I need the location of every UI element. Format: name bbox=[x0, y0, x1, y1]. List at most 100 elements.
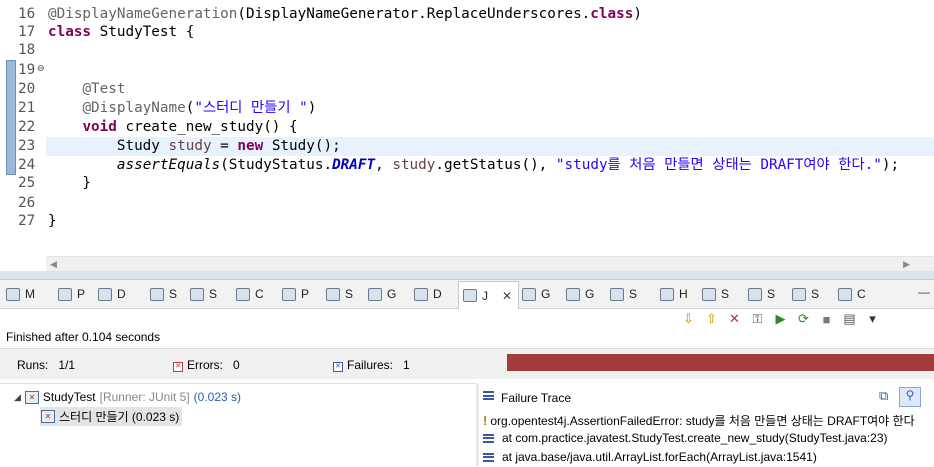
view-tab[interactable]: C bbox=[236, 284, 264, 304]
rerun-failed-first-icon[interactable]: ⟳ bbox=[795, 311, 812, 328]
code-line[interactable]: 19 bbox=[0, 61, 934, 80]
line-number: 17 bbox=[18, 24, 36, 40]
root-time: (0.023 s) bbox=[193, 390, 242, 404]
view-tab[interactable]: D bbox=[414, 284, 442, 304]
line-number: 21 bbox=[18, 100, 36, 116]
code-text: class StudyTest { bbox=[48, 23, 194, 42]
trace-line[interactable]: ! org.opentest4j.AssertionFailedError: s… bbox=[483, 412, 915, 429]
code-line[interactable]: 25 } bbox=[0, 174, 934, 193]
code-line[interactable]: 26 bbox=[0, 194, 934, 213]
junit-toolbar: ⇩ ⇧ ✕ ⚿ ▶ ⟳ ■ ▤ ▾ bbox=[680, 309, 881, 329]
code-editor[interactable]: 16 @DisplayNameGeneration(DisplayNameGene… bbox=[0, 0, 934, 256]
view-tab-label: S bbox=[169, 287, 178, 301]
child-test-label: 스터디 만들기 (0.023 s) bbox=[59, 410, 180, 424]
minimize-icon[interactable]: — bbox=[918, 285, 930, 299]
code-token: assertEquals bbox=[116, 157, 221, 173]
expand-arrow-icon[interactable]: ◢ bbox=[14, 392, 21, 403]
scroll-left-icon[interactable]: ◀ bbox=[50, 257, 57, 271]
gradle-tasks-icon bbox=[368, 287, 382, 301]
tree-child-node[interactable]: ✕ 스터디 만들기 (0.023 s) bbox=[40, 407, 183, 426]
code-token: StudyTest { bbox=[91, 24, 195, 40]
view-tab[interactable]: P bbox=[58, 284, 85, 304]
code-text: Study study = new Study(); bbox=[48, 137, 341, 156]
code-token: } bbox=[48, 213, 57, 229]
line-number: 23 bbox=[18, 138, 36, 154]
test-history-icon[interactable]: ▤ bbox=[841, 311, 858, 328]
view-tab[interactable]: H bbox=[660, 284, 688, 304]
view-tab[interactable]: J ✕ bbox=[458, 281, 520, 309]
scroll-right-icon[interactable]: ▶ bbox=[903, 257, 910, 271]
view-tab-label: S bbox=[767, 287, 776, 301]
test-tree[interactable]: ◢ ✕ StudyTest [Runner: JUnit 5] (0.023 s… bbox=[0, 383, 476, 467]
view-tab[interactable]: D bbox=[98, 284, 126, 304]
rerun-test-icon[interactable]: ▶ bbox=[772, 311, 789, 328]
view-tab[interactable]: G bbox=[566, 284, 594, 304]
close-icon[interactable]: ✕ bbox=[502, 289, 512, 303]
code-line[interactable]: 22 void create_new_study() { bbox=[0, 118, 934, 137]
search-icon bbox=[190, 287, 204, 301]
code-token: study bbox=[168, 138, 212, 154]
view-tab[interactable]: C bbox=[838, 284, 866, 304]
markers-icon bbox=[6, 287, 20, 301]
code-token: (StudyStatus. bbox=[220, 157, 333, 173]
code-line[interactable]: 20 @Test bbox=[0, 80, 934, 99]
view-tab[interactable]: S bbox=[792, 284, 819, 304]
view-tab[interactable]: G bbox=[522, 284, 550, 304]
compare-result-icon[interactable]: ⧉ bbox=[879, 388, 888, 404]
code-text: @DisplayName("스터디 만들기 ") bbox=[48, 99, 316, 118]
data-source-icon bbox=[98, 287, 112, 301]
stop-test-icon[interactable]: ■ bbox=[818, 311, 835, 328]
scroll-lock-icon[interactable]: ⚿ bbox=[749, 311, 766, 328]
sash-divider[interactable] bbox=[0, 271, 934, 279]
code-token: DRAFT bbox=[332, 157, 376, 173]
code-line[interactable]: 21 @DisplayName("스터디 만들기 ") bbox=[0, 99, 934, 118]
code-token: Study(); bbox=[263, 138, 341, 154]
view-tab-label: P bbox=[77, 287, 86, 301]
view-tab[interactable]: S bbox=[190, 284, 217, 304]
view-tab[interactable]: S bbox=[326, 284, 353, 304]
code-line[interactable]: 16 @DisplayNameGeneration(DisplayNameGene… bbox=[0, 5, 934, 24]
root-test-label: StudyTest bbox=[42, 390, 96, 404]
line-number: 16 bbox=[18, 6, 36, 22]
next-failure-icon[interactable]: ⇩ bbox=[680, 311, 697, 328]
code-line[interactable]: 18 bbox=[0, 41, 934, 60]
view-tab[interactable]: S bbox=[150, 284, 177, 304]
runs-value: 1/1 bbox=[58, 358, 76, 372]
tree-root-node[interactable]: ◢ ✕ StudyTest [Runner: JUnit 5] (0.023 s… bbox=[14, 390, 241, 404]
trace-line[interactable]: at com.practice.javatest.StudyTest.creat… bbox=[483, 431, 888, 445]
code-line[interactable]: 24 assertEquals(StudyStatus.DRAFT, study… bbox=[0, 156, 934, 175]
code-line[interactable]: 27} bbox=[0, 212, 934, 231]
runs-label: Runs: bbox=[17, 358, 49, 372]
view-tab[interactable]: P bbox=[282, 284, 309, 304]
line-number: 27 bbox=[18, 213, 36, 229]
code-token: class bbox=[48, 24, 92, 40]
view-menu-icon[interactable]: ▾ bbox=[864, 311, 881, 328]
code-line[interactable]: 23 Study study = new Study(); bbox=[18, 137, 934, 156]
support-icon bbox=[792, 287, 806, 301]
editor-horizontal-scrollbar[interactable]: ◀ ▶ bbox=[46, 256, 934, 271]
show-failures-only-icon[interactable]: ✕ bbox=[726, 311, 743, 328]
history-icon bbox=[660, 287, 674, 301]
view-tab[interactable]: S bbox=[748, 284, 775, 304]
view-tab[interactable]: S bbox=[702, 284, 729, 304]
errors-value: 0 bbox=[233, 358, 240, 372]
trace-line-text: at java.base/java.util.ArrayList.forEach… bbox=[502, 450, 817, 464]
code-token: (DisplayNameGenerator.ReplaceUnderscores… bbox=[237, 6, 591, 22]
view-tab[interactable]: G bbox=[368, 284, 396, 304]
error-icon: ✕ bbox=[173, 362, 183, 372]
code-line[interactable] bbox=[0, 230, 934, 249]
stack-trace-icon bbox=[483, 391, 494, 400]
trace-line[interactable]: at java.base/java.util.ArrayList.forEach… bbox=[483, 450, 817, 464]
view-tab-label: M bbox=[25, 287, 35, 301]
code-token: class bbox=[590, 6, 634, 22]
view-tab[interactable]: S bbox=[610, 284, 637, 304]
code-line[interactable]: 17 class StudyTest { bbox=[0, 23, 934, 42]
filter-stack-trace-icon[interactable]: ⚲ bbox=[899, 387, 921, 407]
view-tab[interactable]: M bbox=[6, 284, 35, 304]
previous-failure-icon[interactable]: ⇧ bbox=[703, 311, 720, 328]
fold-toggle-icon[interactable]: ⊖ bbox=[37, 64, 45, 74]
view-tab-label: C bbox=[857, 287, 866, 301]
line-number: 26 bbox=[18, 195, 36, 211]
